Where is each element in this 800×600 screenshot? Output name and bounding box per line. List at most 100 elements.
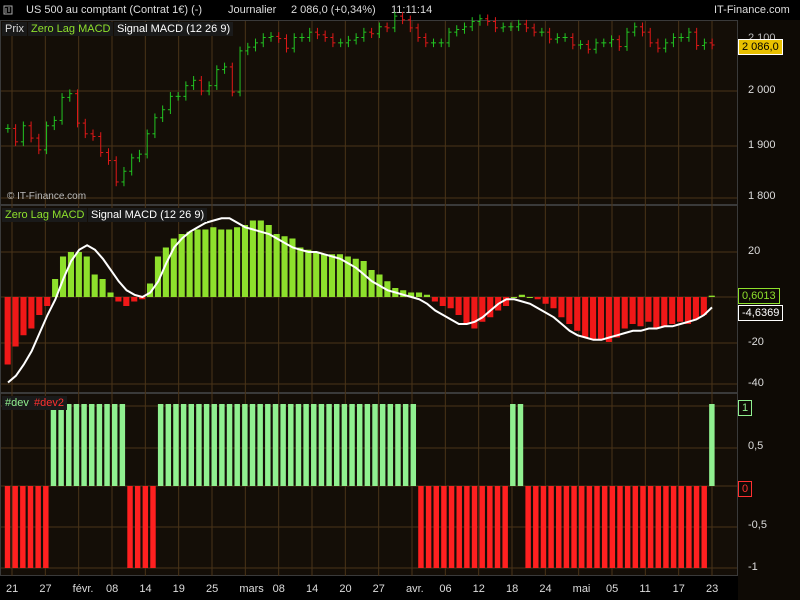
macd-histogram-bar bbox=[313, 252, 320, 297]
macd-histogram-bar bbox=[234, 227, 241, 297]
dev-bar bbox=[234, 404, 240, 486]
dev2-bar bbox=[548, 486, 554, 568]
x-axis-label: 14 bbox=[139, 583, 152, 595]
legend-zero-lag-macd[interactable]: Zero Lag MACD bbox=[28, 22, 114, 36]
macd-histogram-bar bbox=[645, 297, 652, 322]
dev2-bar bbox=[448, 486, 455, 568]
price-tick-1900: 1 900 bbox=[748, 139, 776, 151]
dev-bar bbox=[265, 404, 271, 486]
x-axis-label: 20 bbox=[339, 583, 352, 595]
price-tick-1800: 1 800 bbox=[748, 190, 776, 202]
dev-bar bbox=[349, 404, 355, 486]
dev-bar bbox=[219, 404, 225, 486]
dev-bar bbox=[242, 404, 248, 486]
macd-histogram-bar bbox=[669, 297, 676, 324]
dev-bar bbox=[288, 404, 294, 486]
macd-value-tag: 0,6013 bbox=[738, 288, 780, 304]
dev-bar bbox=[188, 404, 194, 486]
macd-histogram-bar bbox=[447, 297, 454, 309]
dev-bar bbox=[157, 404, 164, 486]
dev-bar bbox=[173, 404, 179, 486]
dev2-bar bbox=[20, 486, 26, 568]
dev2-bar bbox=[586, 486, 593, 568]
dev-bar bbox=[334, 404, 340, 486]
dev2-bar bbox=[142, 486, 149, 568]
dev2-bar bbox=[693, 486, 700, 568]
dev2-bar bbox=[494, 486, 501, 568]
dev2-bar bbox=[540, 486, 547, 568]
legend-prix[interactable]: Prix bbox=[2, 22, 27, 36]
macd-histogram-bar bbox=[423, 294, 430, 297]
macd-histogram-bar bbox=[202, 229, 209, 297]
macd-histogram-bar bbox=[471, 297, 478, 329]
macd-histogram-bar bbox=[415, 292, 423, 297]
dev-bar bbox=[318, 404, 325, 486]
dev-bar bbox=[326, 404, 332, 486]
macd-histogram-bar bbox=[44, 297, 51, 306]
macd-histogram-bar bbox=[281, 236, 288, 297]
dev-bar bbox=[119, 404, 126, 486]
macd-histogram-bar bbox=[210, 227, 217, 297]
dev-tick-0-5: 0,5 bbox=[748, 440, 764, 452]
dev-bar bbox=[364, 404, 371, 486]
macd-histogram-bar bbox=[218, 229, 225, 297]
macd-histogram-bar bbox=[439, 297, 446, 306]
dev2-bar bbox=[701, 486, 707, 568]
dev-bar bbox=[272, 404, 279, 486]
dev2-bar bbox=[556, 486, 562, 568]
dev-bar bbox=[211, 404, 217, 486]
dev-bar bbox=[58, 404, 64, 486]
x-axis-label: 19 bbox=[172, 583, 185, 595]
dev-bar bbox=[165, 404, 172, 486]
x-axis-label: avr. bbox=[406, 583, 424, 595]
macd-histogram-bar bbox=[28, 297, 35, 329]
dev-bar bbox=[280, 404, 286, 486]
macd-histogram-bar bbox=[518, 294, 525, 297]
x-axis-label: mai bbox=[572, 583, 591, 595]
x-axis-label: 14 bbox=[306, 583, 319, 595]
dev2-bar bbox=[471, 486, 478, 568]
dev2-bar bbox=[647, 486, 654, 568]
watermark: © IT-Finance.com bbox=[7, 191, 87, 202]
dev-bar bbox=[402, 404, 409, 486]
macd-histogram-bar bbox=[605, 297, 612, 342]
dev2-bar bbox=[594, 486, 600, 568]
dev2-bar bbox=[464, 486, 470, 568]
macd-histogram-bar bbox=[115, 297, 122, 302]
dev-tick-minus0-5: -0,5 bbox=[748, 519, 767, 531]
x-axis-label: 08 bbox=[272, 583, 285, 595]
dev2-bar bbox=[655, 486, 662, 568]
dev-bar bbox=[410, 404, 417, 486]
legend-macd-signal[interactable]: Signal MACD (12 26 9) bbox=[88, 208, 208, 222]
dev-bar bbox=[510, 404, 516, 486]
dev2-bar bbox=[663, 486, 669, 568]
macd-histogram-bar bbox=[550, 297, 557, 309]
dev2-bar bbox=[678, 486, 684, 568]
dev2-bar bbox=[418, 486, 424, 568]
dev2-bar bbox=[578, 486, 585, 568]
macd-histogram-bar bbox=[162, 247, 169, 297]
dev-bar bbox=[73, 404, 80, 486]
legend-dev[interactable]: #dev bbox=[2, 396, 32, 410]
macd-histogram-bar bbox=[574, 297, 581, 331]
legend-macd-zero-lag[interactable]: Zero Lag MACD bbox=[2, 208, 88, 222]
dev-tick-minus1: -1 bbox=[748, 561, 758, 573]
macd-histogram-bar bbox=[463, 297, 470, 324]
macd-histogram-bar bbox=[123, 297, 130, 306]
macd-histogram-bar bbox=[131, 297, 138, 302]
dev-bar bbox=[379, 404, 386, 486]
dev2-bar bbox=[571, 486, 577, 568]
x-axis-label: 17 bbox=[672, 583, 685, 595]
legend-dev2[interactable]: #dev2 bbox=[31, 396, 67, 410]
macd-histogram-bar bbox=[566, 297, 573, 324]
chart-canvas bbox=[1, 11, 737, 576]
macd-histogram-bar bbox=[708, 295, 715, 297]
dev2-bar bbox=[150, 486, 156, 568]
macd-histogram-bar bbox=[510, 297, 518, 298]
macd-histogram-bar bbox=[590, 297, 597, 340]
legend-signal-macd[interactable]: Signal MACD (12 26 9) bbox=[114, 22, 234, 36]
dev-bar bbox=[180, 404, 187, 486]
dev2-bar bbox=[632, 486, 639, 568]
x-axis-label: févr. bbox=[72, 583, 94, 595]
dev2-bar bbox=[609, 486, 616, 568]
